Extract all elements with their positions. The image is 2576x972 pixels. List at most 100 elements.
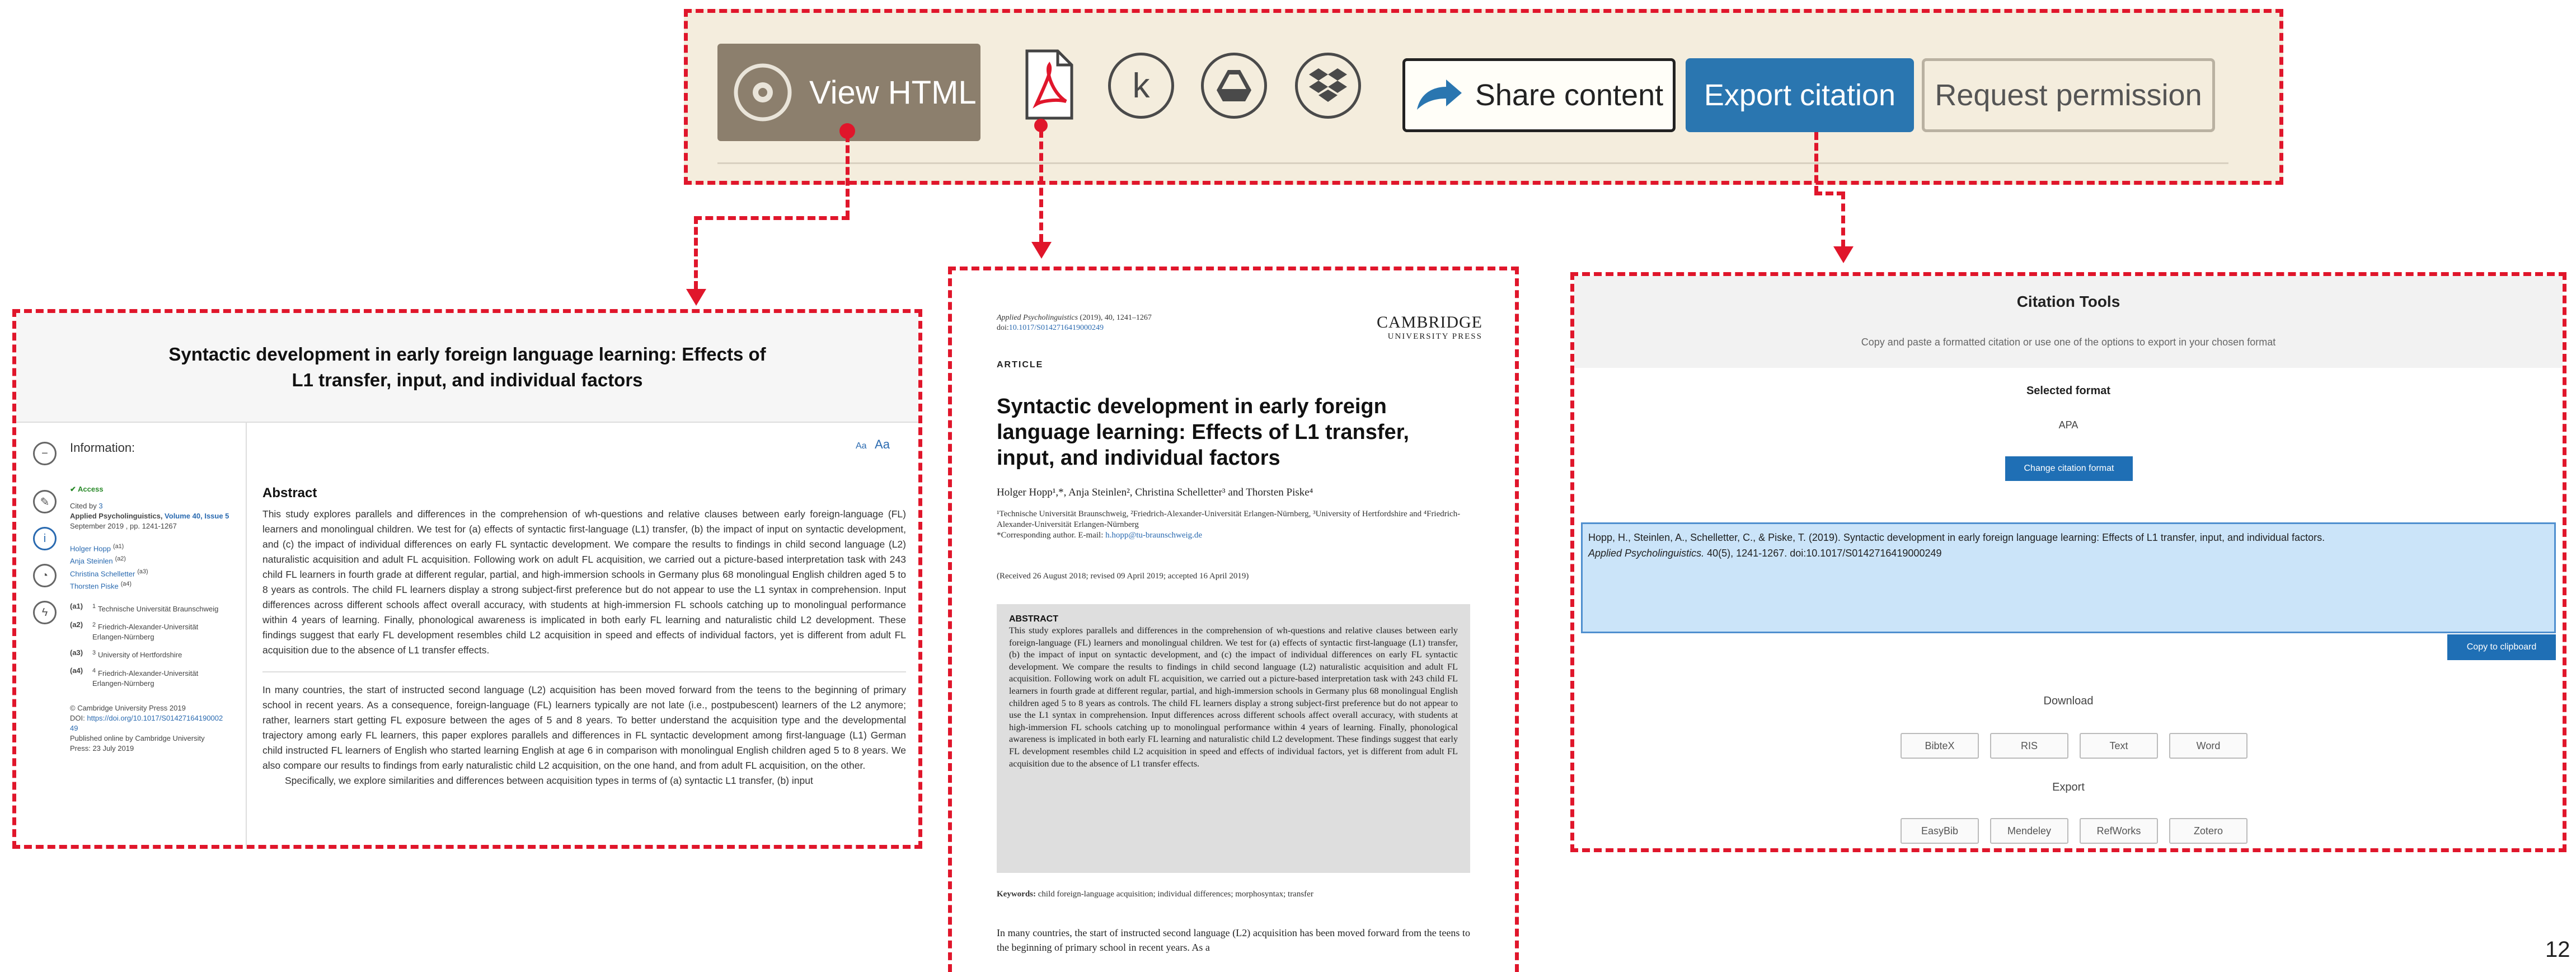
metrics-icon[interactable]: ◔: [33, 564, 57, 587]
volume-link[interactable]: Volume 40, Issue 5: [165, 512, 229, 520]
pdf-keywords-label: Keywords:: [997, 890, 1036, 899]
author-list: Holger Hopp (a1) Anja Steinlen (a2) Christin…: [70, 541, 249, 591]
export-citation-label: Export citation: [1704, 78, 1896, 112]
author-link[interactable]: Thorsten Piske: [70, 582, 119, 590]
lightning-icon[interactable]: ϟ: [33, 601, 57, 624]
pdf-header: Applied Psycholinguistics (2019), 40, 12…: [997, 313, 1310, 333]
affiliation-text: 4 Friedrich-Alexander-Universität Erlange…: [92, 666, 227, 688]
connector-line: [1814, 191, 1845, 195]
affiliation-sup: 2: [92, 621, 96, 628]
font-small-button[interactable]: Aa: [856, 441, 867, 451]
author-link[interactable]: Anja Steinlen: [70, 557, 113, 566]
doi-link[interactable]: https://doi.org/10.1017/S014271641900024…: [70, 714, 223, 732]
pdf-journal: Applied Psycholinguistics: [997, 314, 1078, 322]
affiliation-sup: 4: [92, 667, 96, 675]
request-permission-button[interactable]: Request permission: [1922, 58, 2215, 132]
section-divider: [262, 671, 906, 672]
pdf-abstract-heading: ABSTRACT: [1009, 614, 1058, 624]
pdf-volume: (2019), 40, 1241–1267: [1078, 314, 1152, 322]
citation-subtitle: Copy and paste a formatted citation or u…: [1861, 337, 2276, 348]
affiliation-list: (a1) 1 Technische Universität Braunschweig…: [70, 601, 249, 688]
intro-text-continued: Specifically, we explore similarities an…: [285, 775, 813, 786]
page-number: 12: [2545, 937, 2570, 962]
pdf-affiliations: ¹Technische Universität Braunschweig, ²F…: [997, 509, 1478, 541]
info-icon[interactable]: i: [33, 527, 57, 550]
cited-by-line[interactable]: Cited by 3: [70, 501, 249, 511]
font-large-button[interactable]: Aa: [875, 437, 890, 451]
change-format-label: Change citation format: [2024, 464, 2114, 473]
pen-icon[interactable]: ✎: [33, 490, 57, 513]
affiliation-item: (a1) 1 Technische Universität Braunschweig: [70, 601, 249, 614]
selected-format-label: Selected format: [2026, 385, 2111, 397]
connector-line: [1841, 191, 1845, 247]
download-text-button[interactable]: Text: [2080, 733, 2158, 759]
download-bibtex-button[interactable]: BibteX: [1901, 733, 1979, 759]
cambridge-logo: CAMBRIDGE UNIVERSITY PRESS: [1371, 313, 1482, 342]
abstract-heading: Abstract: [262, 485, 317, 501]
doi-label: DOI:: [70, 713, 85, 722]
affiliation-key: (a4): [70, 666, 83, 675]
download-ris-button[interactable]: RIS: [1990, 733, 2068, 759]
affiliation-name: Friedrich-Alexander-Universität Erlangen…: [92, 669, 199, 688]
info-sidebar: Information: ✔ Access Cited by 3 Applied…: [70, 441, 249, 754]
pdf-title: Syntactic development in early foreign l…: [997, 395, 1409, 470]
citation-textbox[interactable]: Hopp, H., Steinlen, A., Schelletter, C.,…: [1581, 522, 2556, 633]
cited-by-label: Cited by: [70, 502, 97, 510]
access-badge: ✔ Access: [70, 485, 104, 493]
pdf-abstract-text: This study explores parallels and differ…: [1009, 625, 1458, 769]
dropbox-icon[interactable]: [1295, 53, 1361, 119]
pdf-affil-text: ¹Technische Universität Braunschweig, ²F…: [997, 510, 1461, 529]
affiliation-key: (a2): [70, 620, 83, 629]
export-citation-button[interactable]: Export citation: [1686, 58, 1914, 132]
cited-count[interactable]: 3: [98, 502, 102, 510]
copy-to-clipboard-button[interactable]: Copy to clipboard: [2447, 634, 2556, 660]
affiliation-item: (a3) 3 University of Hertfordshire: [70, 648, 249, 660]
export-easybib-button[interactable]: EasyBib: [1901, 818, 1979, 844]
citation-text: Hopp, H., Steinlen, A., Schelletter, C.,…: [1588, 532, 2325, 543]
citation-header: [1574, 276, 2563, 368]
pdf-abstract-box: ABSTRACT This study explores parallels a…: [997, 604, 1470, 873]
connector-line: [1814, 132, 1818, 194]
citation-tools-panel: Citation Tools Copy and paste a formatte…: [1570, 272, 2566, 852]
kindle-glyph: k: [1132, 66, 1150, 105]
pdf-article-label: ARTICLE: [997, 360, 1044, 370]
pdf-keywords-text: child foreign-language acquisition; indi…: [1036, 890, 1313, 899]
kindle-icon[interactable]: k: [1108, 53, 1174, 119]
collapse-icon[interactable]: −: [33, 442, 57, 465]
abstract-text: This study explores parallels and differ…: [262, 508, 906, 656]
citation-journal: Applied Psycholinguistics.: [1588, 548, 1705, 559]
author-item: Holger Hopp (a1): [70, 541, 249, 554]
connector-line: [1039, 130, 1043, 242]
share-content-button[interactable]: Share content: [1402, 58, 1676, 132]
pdf-icon[interactable]: [1024, 48, 1074, 121]
author-item: Christina Schelletter (a3): [70, 567, 249, 579]
selected-format-value: APA: [2058, 419, 2078, 431]
pdf-doi-label: doi:: [997, 324, 1009, 332]
google-drive-icon[interactable]: [1201, 53, 1267, 119]
download-word-button[interactable]: Word: [2169, 733, 2247, 759]
pdf-intro-text: In many countries, the start of instruct…: [997, 927, 1470, 953]
publisher-name: CAMBRIDGE: [1376, 313, 1482, 331]
author-link[interactable]: Christina Schelletter: [70, 569, 135, 578]
export-label: Export: [2052, 781, 2085, 793]
pdf-view-panel: Applied Psycholinguistics (2019), 40, 12…: [948, 267, 1519, 972]
pdf-corr-label: *Corresponding author. E-mail:: [997, 531, 1106, 540]
connector-line: [694, 216, 850, 220]
request-permission-label: Request permission: [1935, 78, 2202, 112]
connector-line: [694, 216, 698, 289]
export-refworks-button[interactable]: RefWorks: [2080, 818, 2158, 844]
copy-label: Copy to clipboard: [2466, 642, 2537, 652]
html-article-title-bar: Syntactic development in early foreign l…: [16, 313, 918, 423]
export-zotero-button[interactable]: Zotero: [2169, 818, 2247, 844]
affiliation-item: (a2) 2 Friedrich-Alexander-Universität Erl…: [70, 620, 249, 642]
pdf-doi-link[interactable]: 10.1017/S0142716419000249: [1009, 324, 1104, 332]
change-citation-format-button[interactable]: Change citation format: [2005, 456, 2133, 481]
export-mendeley-button[interactable]: Mendeley: [1990, 818, 2068, 844]
issue-line: September 2019 , pp. 1241-1267: [70, 522, 177, 530]
download-buttons: BibteX RIS Text Word: [1901, 733, 2247, 759]
published-line: Published online by Cambridge University…: [70, 733, 205, 753]
affiliation-name: Technische Universität Braunschweig: [98, 604, 219, 613]
author-link[interactable]: Holger Hopp: [70, 544, 111, 553]
affiliation-text: 3 University of Hertfordshire: [92, 648, 227, 660]
pdf-corr-email[interactable]: h.hopp@tu-braunschweig.de: [1105, 531, 1202, 540]
